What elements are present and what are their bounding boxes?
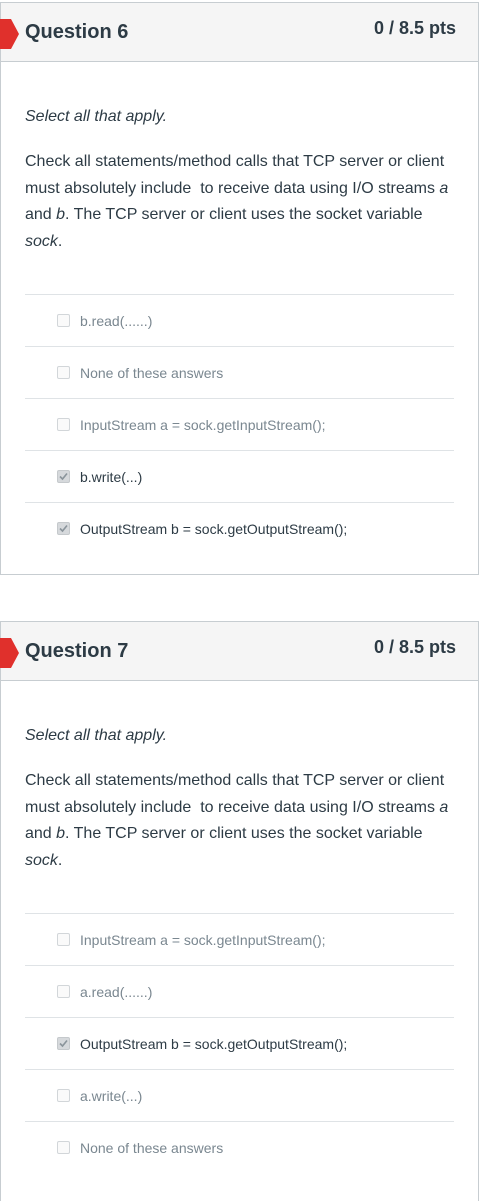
answer-option[interactable]: a.write(...) [25, 1069, 454, 1121]
answer-option[interactable]: None of these answers [25, 346, 454, 398]
question-text: Check all statements/method calls that T… [25, 153, 449, 250]
checkbox-checked[interactable] [57, 470, 70, 483]
answer-option[interactable]: a.read(......) [25, 965, 454, 1017]
question-6-card: Question 6 0 / 8.5 pts Select all that a… [0, 2, 479, 575]
question-text: Check all statements/method calls that T… [25, 772, 449, 869]
answer-option[interactable]: None of these answers [25, 1121, 454, 1173]
checkbox[interactable] [57, 985, 70, 998]
checkbox[interactable] [57, 933, 70, 946]
answer-label: a.read(......) [80, 983, 153, 1000]
question-points: 0 / 8.5 pts [373, 637, 456, 657]
answer-label: OutputStream b = sock.getOutputStream(); [80, 1035, 348, 1052]
question-instruction: Select all that apply. [25, 727, 168, 744]
answer-option[interactable]: InputStream a = sock.getInputStream(); [25, 913, 454, 965]
answer-option[interactable]: b.read(......) [25, 294, 454, 346]
question-points: 0 / 8.5 pts [373, 18, 456, 38]
incorrect-flag-icon [0, 638, 19, 668]
question-title: Question 6 [25, 21, 129, 43]
answer-list: InputStream a = sock.getInputStream(); a… [25, 913, 454, 1173]
answer-option[interactable]: InputStream a = sock.getInputStream(); [25, 398, 454, 450]
checkbox[interactable] [57, 1089, 70, 1102]
question-7-card: Question 7 0 / 8.5 pts Select all that a… [0, 621, 479, 1201]
question-header: Question 6 0 / 8.5 pts [0, 3, 478, 62]
answer-label: b.write(...) [80, 468, 143, 485]
incorrect-flag-icon [0, 19, 19, 49]
checkbox-checked[interactable] [57, 1037, 70, 1050]
question-body: Select all that apply. Check all stateme… [1, 62, 478, 554]
answer-label: InputStream a = sock.getInputStream(); [80, 931, 326, 948]
answer-label: None of these answers [80, 364, 224, 381]
answer-label: a.write(...) [80, 1087, 143, 1104]
question-instruction: Select all that apply. [25, 108, 168, 125]
checkbox[interactable] [57, 366, 70, 379]
checkbox[interactable] [57, 314, 70, 327]
question-body: Select all that apply. Check all stateme… [1, 681, 478, 1173]
answer-option[interactable]: OutputStream b = sock.getOutputStream(); [25, 502, 454, 554]
answer-list: b.read(......) None of these answers Inp… [25, 294, 454, 554]
answer-option[interactable]: OutputStream b = sock.getOutputStream(); [25, 1017, 454, 1069]
answer-label: OutputStream b = sock.getOutputStream(); [80, 520, 348, 537]
answer-label: None of these answers [80, 1139, 224, 1156]
checkbox[interactable] [57, 1141, 70, 1154]
checkbox-checked[interactable] [57, 522, 70, 535]
question-title: Question 7 [25, 640, 129, 662]
answer-label: b.read(......) [80, 312, 153, 329]
answer-option[interactable]: b.write(...) [25, 450, 454, 502]
checkbox[interactable] [57, 418, 70, 431]
answer-label: InputStream a = sock.getInputStream(); [80, 416, 326, 433]
question-header: Question 7 0 / 8.5 pts [0, 622, 478, 681]
